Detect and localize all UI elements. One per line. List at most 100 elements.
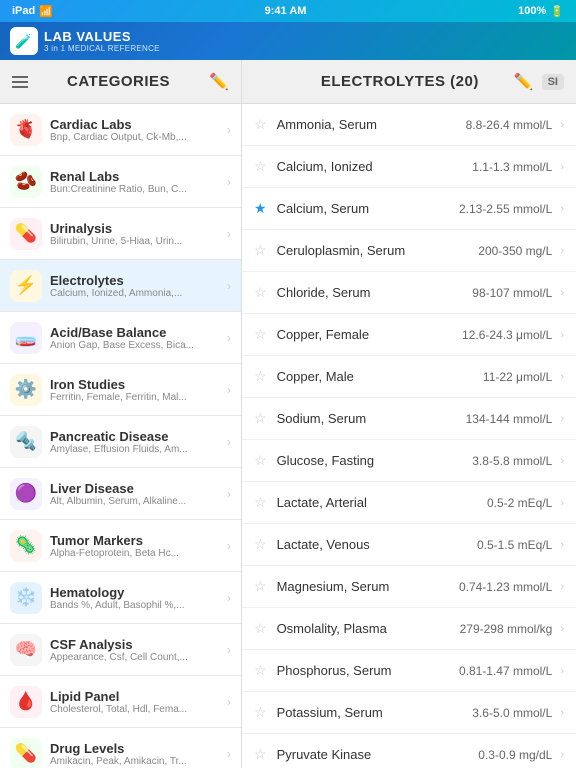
star-icon-7[interactable]: ☆ — [254, 368, 267, 385]
category-item-urinalysis[interactable]: 💊 Urinalysis Bilirubin, Urine, 5-Hiaa, U… — [0, 208, 241, 260]
lab-item-16[interactable]: ☆ Pyruvate Kinase 0.3-0.9 mg/dL › — [242, 734, 576, 768]
category-item-tumor[interactable]: 🦠 Tumor Markers Alpha-Fetoprotein, Beta … — [0, 520, 241, 572]
categories-edit-icon[interactable]: ✏️ — [209, 72, 229, 92]
star-icon-11[interactable]: ☆ — [254, 536, 267, 553]
cat-sub-acidbase: Anion Gap, Base Excess, Bica... — [50, 340, 223, 351]
star-icon-6[interactable]: ☆ — [254, 326, 267, 343]
star-icon-10[interactable]: ☆ — [254, 494, 267, 511]
lab-item-10[interactable]: ☆ Lactate, Arterial 0.5-2 mEq/L › — [242, 482, 576, 524]
cat-text-pancreatic: Pancreatic Disease Amylase, Effusion Flu… — [50, 429, 223, 455]
electrolytes-title: ELECTROLYTES (20) — [286, 73, 514, 90]
si-badge[interactable]: SI — [542, 74, 564, 90]
lab-item-11[interactable]: ☆ Lactate, Venous 0.5-1.5 mEq/L › — [242, 524, 576, 566]
category-item-csf[interactable]: 🧠 CSF Analysis Appearance, Csf, Cell Cou… — [0, 624, 241, 676]
cat-sub-hematology: Bands %, Adult, Basophil %,... — [50, 600, 223, 611]
cat-icon-tumor: 🦠 — [10, 530, 42, 562]
cat-text-drug: Drug Levels Amikacin, Peak, Amikacin, Tr… — [50, 741, 223, 767]
lab-item-6[interactable]: ☆ Copper, Female 12.6-24.3 μmol/L › — [242, 314, 576, 356]
category-item-hematology[interactable]: ❄️ Hematology Bands %, Adult, Basophil %… — [0, 572, 241, 624]
lab-item-15[interactable]: ☆ Potassium, Serum 3.6-5.0 mmol/L › — [242, 692, 576, 734]
cat-text-iron: Iron Studies Ferritin, Female, Ferritin,… — [50, 377, 223, 403]
cat-sub-renal: Bun:Creatinine Ratio, Bun, C... — [50, 184, 223, 195]
lab-item-14[interactable]: ☆ Phosphorus, Serum 0.81-1.47 mmol/L › — [242, 650, 576, 692]
cat-icon-acidbase: 🧫 — [10, 322, 42, 354]
lab-arrow-13: › — [560, 623, 564, 635]
lab-range-10: 0.5-2 mEq/L — [487, 496, 552, 510]
star-icon-13[interactable]: ☆ — [254, 620, 267, 637]
star-icon-8[interactable]: ☆ — [254, 410, 267, 427]
category-item-electrolytes[interactable]: ⚡ Electrolytes Calcium, Ionized, Ammonia… — [0, 260, 241, 312]
lab-name-6: Copper, Female — [277, 327, 462, 342]
lab-range-1: 8.8-26.4 mmol/L — [466, 118, 553, 132]
lab-item-4[interactable]: ☆ Ceruloplasmin, Serum 200-350 mg/L › — [242, 230, 576, 272]
star-icon-14[interactable]: ☆ — [254, 662, 267, 679]
cat-icon-csf: 🧠 — [10, 634, 42, 666]
cat-arrow-lipid: › — [227, 695, 231, 709]
star-icon-2[interactable]: ☆ — [254, 158, 267, 175]
lab-item-9[interactable]: ☆ Glucose, Fasting 3.8-5.8 mmol/L › — [242, 440, 576, 482]
cat-icon-pancreatic: 🔩 — [10, 426, 42, 458]
status-bar: iPad 📶 9:41 AM 100% 🔋 — [0, 0, 576, 22]
cat-name-cardiac: Cardiac Labs — [50, 117, 223, 132]
category-item-iron[interactable]: ⚙️ Iron Studies Ferritin, Female, Ferrit… — [0, 364, 241, 416]
logo-icon: 🧪 — [10, 27, 38, 55]
category-item-acidbase[interactable]: 🧫 Acid/Base Balance Anion Gap, Base Exce… — [0, 312, 241, 364]
star-icon-5[interactable]: ☆ — [254, 284, 267, 301]
cat-arrow-renal: › — [227, 175, 231, 189]
cat-arrow-pancreatic: › — [227, 435, 231, 449]
lab-range-14: 0.81-1.47 mmol/L — [459, 664, 552, 678]
lab-name-1: Ammonia, Serum — [277, 117, 466, 132]
app-logo: 🧪 LAB VALUES 3 in 1 MEDICAL REFERENCE — [10, 27, 160, 55]
category-item-cardiac[interactable]: 🫀 Cardiac Labs Bnp, Cardiac Output, Ck-M… — [0, 104, 241, 156]
cat-sub-csf: Appearance, Csf, Cell Count,... — [50, 652, 223, 663]
category-item-renal[interactable]: 🫘 Renal Labs Bun:Creatinine Ratio, Bun, … — [0, 156, 241, 208]
category-item-drug[interactable]: 💊 Drug Levels Amikacin, Peak, Amikacin, … — [0, 728, 241, 768]
menu-icon[interactable] — [12, 76, 28, 88]
lab-range-13: 279-298 mmol/kg — [460, 622, 553, 636]
lab-arrow-10: › — [560, 497, 564, 509]
cat-icon-electrolytes: ⚡ — [10, 270, 42, 302]
cat-name-acidbase: Acid/Base Balance — [50, 325, 223, 340]
star-icon-3[interactable]: ★ — [254, 200, 267, 217]
star-icon-16[interactable]: ☆ — [254, 746, 267, 763]
lab-item-1[interactable]: ☆ Ammonia, Serum 8.8-26.4 mmol/L › — [242, 104, 576, 146]
cat-text-hematology: Hematology Bands %, Adult, Basophil %,..… — [50, 585, 223, 611]
lab-item-8[interactable]: ☆ Sodium, Serum 134-144 mmol/L › — [242, 398, 576, 440]
lab-range-15: 3.6-5.0 mmol/L — [472, 706, 552, 720]
app-header: 🧪 LAB VALUES 3 in 1 MEDICAL REFERENCE — [0, 22, 576, 60]
star-icon-15[interactable]: ☆ — [254, 704, 267, 721]
right-panel: ELECTROLYTES (20) ✏️ SI ☆ Ammonia, Serum… — [242, 60, 576, 768]
category-item-liver[interactable]: 🟣 Liver Disease Alt, Albumin, Serum, Alk… — [0, 468, 241, 520]
lab-range-5: 98-107 mmol/L — [472, 286, 552, 300]
app-title: LAB VALUES — [44, 29, 160, 44]
lab-name-14: Phosphorus, Serum — [277, 663, 459, 678]
lab-item-3[interactable]: ★ Calcium, Serum 2.13-2.55 mmol/L › — [242, 188, 576, 230]
category-item-pancreatic[interactable]: 🔩 Pancreatic Disease Amylase, Effusion F… — [0, 416, 241, 468]
lab-item-12[interactable]: ☆ Magnesium, Serum 0.74-1.23 mmol/L › — [242, 566, 576, 608]
lab-range-9: 3.8-5.8 mmol/L — [472, 454, 552, 468]
lab-arrow-15: › — [560, 707, 564, 719]
cat-icon-cardiac: 🫀 — [10, 114, 42, 146]
star-icon-4[interactable]: ☆ — [254, 242, 267, 259]
cat-arrow-liver: › — [227, 487, 231, 501]
cat-sub-electrolytes: Calcium, Ionized, Ammonia,... — [50, 288, 223, 299]
electrolytes-edit-icon[interactable]: ✏️ — [514, 72, 534, 92]
star-icon-9[interactable]: ☆ — [254, 452, 267, 469]
lab-item-13[interactable]: ☆ Osmolality, Plasma 279-298 mmol/kg › — [242, 608, 576, 650]
lab-item-5[interactable]: ☆ Chloride, Serum 98-107 mmol/L › — [242, 272, 576, 314]
left-panel: CATEGORIES ✏️ 🫀 Cardiac Labs Bnp, Cardia… — [0, 60, 242, 768]
star-icon-12[interactable]: ☆ — [254, 578, 267, 595]
lab-name-12: Magnesium, Serum — [277, 579, 459, 594]
cat-icon-drug: 💊 — [10, 738, 42, 768]
cat-icon-lipid: 🩸 — [10, 686, 42, 718]
star-icon-1[interactable]: ☆ — [254, 116, 267, 133]
lab-name-16: Pyruvate Kinase — [277, 747, 479, 762]
lab-item-2[interactable]: ☆ Calcium, Ionized 1.1-1.3 mmol/L › — [242, 146, 576, 188]
lab-range-4: 200-350 mg/L — [478, 244, 552, 258]
cat-arrow-acidbase: › — [227, 331, 231, 345]
lab-arrow-16: › — [560, 749, 564, 761]
lab-arrow-14: › — [560, 665, 564, 677]
lab-item-7[interactable]: ☆ Copper, Male 11-22 μmol/L › — [242, 356, 576, 398]
category-item-lipid[interactable]: 🩸 Lipid Panel Cholesterol, Total, Hdl, F… — [0, 676, 241, 728]
cat-sub-cardiac: Bnp, Cardiac Output, Ck-Mb,... — [50, 132, 223, 143]
